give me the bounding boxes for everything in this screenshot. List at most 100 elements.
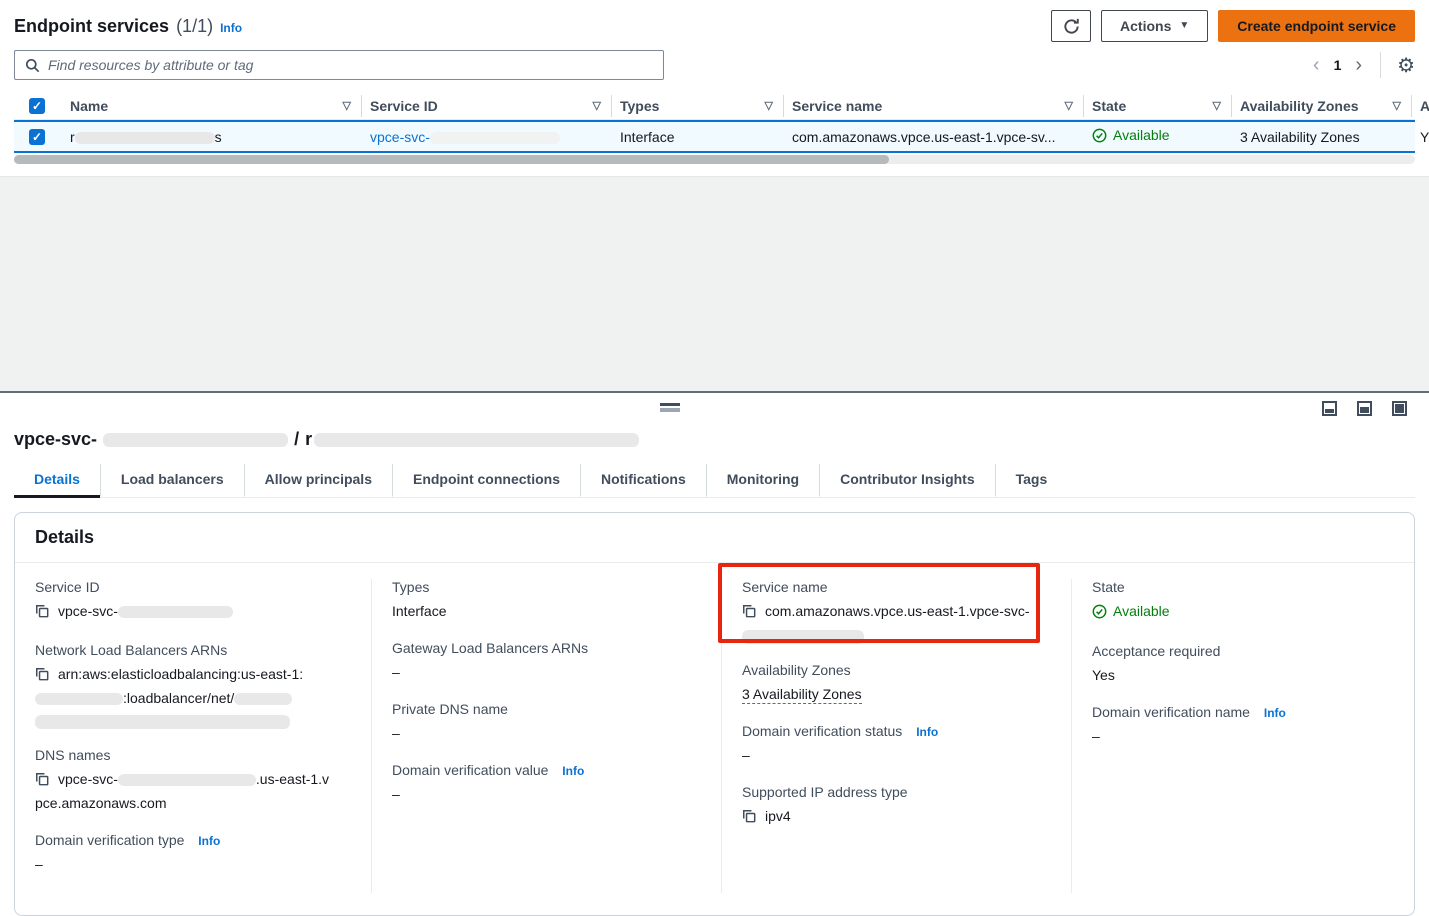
tab-monitoring[interactable]: Monitoring: [706, 464, 819, 498]
search-icon: [25, 58, 40, 73]
redacted-text: [742, 630, 864, 644]
current-page[interactable]: 1: [1334, 57, 1342, 73]
panel-control-bar: [14, 393, 1415, 423]
copy-icon[interactable]: [35, 602, 49, 624]
field-domain-verification-value: Domain verification value Info –: [392, 762, 701, 805]
status-available-icon: [1092, 128, 1107, 143]
actions-button[interactable]: Actions ▼: [1101, 10, 1208, 42]
dvt-info-link[interactable]: Info: [198, 834, 220, 848]
dvv-info-link[interactable]: Info: [562, 764, 584, 778]
panel-title: vpce-svc- / r: [14, 429, 1415, 450]
field-service-name: Service name com.amazonaws.vpce.us-east-…: [742, 579, 1051, 644]
row-service-id-cell: vpce-svc-: [362, 129, 612, 145]
copy-icon[interactable]: [35, 770, 49, 792]
actions-label: Actions: [1120, 18, 1171, 34]
tab-load-balancers[interactable]: Load balancers: [100, 464, 244, 498]
refresh-button[interactable]: [1051, 10, 1091, 42]
tab-endpoint-connections[interactable]: Endpoint connections: [392, 464, 580, 498]
copy-icon[interactable]: [742, 602, 756, 624]
title-actions: Actions ▼ Create endpoint service: [1051, 10, 1415, 42]
row-types-cell: Interface: [612, 129, 784, 145]
gear-icon[interactable]: ⚙: [1397, 53, 1415, 78]
details-column-2: Types Interface Gateway Load Balancers A…: [371, 579, 721, 893]
sort-icon[interactable]: ▽: [765, 99, 773, 112]
redacted-text: [35, 715, 290, 729]
sort-icon[interactable]: ▽: [1393, 99, 1401, 112]
select-all-checkbox[interactable]: ✓: [29, 98, 45, 114]
column-header-name[interactable]: Name ▽: [62, 95, 362, 117]
copy-icon[interactable]: [35, 665, 49, 687]
redacted-text: [314, 433, 639, 447]
row-name-cell: rs: [62, 129, 362, 145]
sort-icon[interactable]: ▽: [593, 99, 601, 112]
select-all-cell: ✓: [14, 95, 62, 117]
availability-zones-link[interactable]: 3 Availability Zones: [1240, 129, 1360, 145]
title-info-link[interactable]: Info: [220, 21, 242, 35]
column-header-availability-zones[interactable]: Availability Zones ▽: [1232, 95, 1412, 117]
search-box: [14, 50, 664, 80]
column-header-types[interactable]: Types ▽: [612, 95, 784, 117]
row-az-cell: 3 Availability Zones: [1232, 129, 1412, 145]
table-row[interactable]: ✓ rs vpce-svc- Interface com.amazonaws.v…: [14, 120, 1415, 153]
details-column-1: Service ID vpce-svc- Network Load Balanc…: [15, 579, 371, 893]
chevron-down-icon: ▼: [1179, 21, 1189, 31]
dvn-info-link[interactable]: Info: [1264, 706, 1286, 720]
row-checkbox[interactable]: ✓: [29, 129, 45, 145]
dvs-info-link[interactable]: Info: [916, 725, 938, 739]
sort-icon[interactable]: ▽: [1213, 99, 1221, 112]
state-available: Available: [1092, 600, 1170, 622]
column-header-service-name[interactable]: Service name ▽: [784, 95, 1084, 117]
details-card: Details Service ID vpce-svc- Network Loa…: [14, 512, 1415, 916]
row-state-cell: Available: [1084, 127, 1232, 146]
status-available-icon: [1092, 604, 1107, 619]
detail-split-panel: vpce-svc- / r Details Load balancers All…: [0, 391, 1429, 882]
panel-size-small-icon[interactable]: [1322, 401, 1337, 416]
copy-icon[interactable]: [742, 807, 756, 829]
table-header-row: ✓ Name ▽ Service ID ▽ Types ▽ Service na…: [14, 92, 1415, 120]
tab-allow-principals[interactable]: Allow principals: [244, 464, 392, 498]
panel-size-controls: [1322, 401, 1407, 416]
redacted-text: [103, 433, 288, 447]
field-private-dns-name: Private DNS name –: [392, 701, 701, 744]
field-nlb-arns: Network Load Balancers ARNs arn:aws:elas…: [35, 642, 351, 729]
field-acceptance-required: Acceptance required Yes: [1092, 643, 1394, 686]
sort-icon[interactable]: ▽: [343, 99, 351, 112]
details-column-3: Service name com.amazonaws.vpce.us-east-…: [721, 579, 1071, 893]
title-row: Endpoint services (1/1) Info Actions ▼ C…: [14, 8, 1415, 44]
tab-contributor-insights[interactable]: Contributor Insights: [819, 464, 995, 498]
field-glb-arns: Gateway Load Balancers ARNs –: [392, 640, 701, 683]
previous-page-icon[interactable]: ‹: [1311, 55, 1322, 75]
pager-divider: [1380, 52, 1381, 78]
horizontal-scrollbar[interactable]: [14, 155, 1415, 164]
search-row: ‹ 1 › ⚙: [14, 50, 1415, 80]
field-domain-verification-name: Domain verification name Info –: [1092, 704, 1394, 747]
page-title-group: Endpoint services (1/1) Info: [14, 16, 242, 37]
state-available: Available: [1092, 127, 1170, 143]
pagination: ‹ 1 › ⚙: [1311, 52, 1415, 78]
resource-count: (1/1): [176, 16, 213, 37]
column-header-service-id[interactable]: Service ID ▽: [362, 95, 612, 117]
field-availability-zones: Availability Zones 3 Availability Zones: [742, 662, 1051, 705]
panel-size-medium-icon[interactable]: [1357, 401, 1372, 416]
redacted-text: [35, 693, 123, 705]
column-header-acceptance-partial[interactable]: A: [1412, 95, 1429, 117]
scrollbar-thumb[interactable]: [14, 155, 889, 164]
endpoint-services-list-section: Endpoint services (1/1) Info Actions ▼ C…: [0, 0, 1429, 164]
next-page-icon[interactable]: ›: [1353, 55, 1364, 75]
redacted-text: [118, 606, 233, 618]
redacted-text: [75, 132, 215, 144]
create-endpoint-service-button[interactable]: Create endpoint service: [1218, 10, 1415, 42]
tab-notifications[interactable]: Notifications: [580, 464, 706, 498]
sort-icon[interactable]: ▽: [1065, 99, 1073, 112]
redacted-text: [118, 774, 256, 786]
service-id-link[interactable]: vpce-svc-: [370, 129, 560, 145]
search-input[interactable]: [48, 57, 653, 73]
tab-tags[interactable]: Tags: [995, 464, 1068, 498]
availability-zones-link[interactable]: 3 Availability Zones: [742, 686, 862, 704]
field-state: State Available: [1092, 579, 1394, 625]
page-title: Endpoint services: [14, 16, 169, 37]
tab-details[interactable]: Details: [14, 464, 100, 498]
panel-size-large-icon[interactable]: [1392, 401, 1407, 416]
column-header-state[interactable]: State ▽: [1084, 95, 1232, 117]
panel-resize-handle[interactable]: [660, 403, 680, 412]
